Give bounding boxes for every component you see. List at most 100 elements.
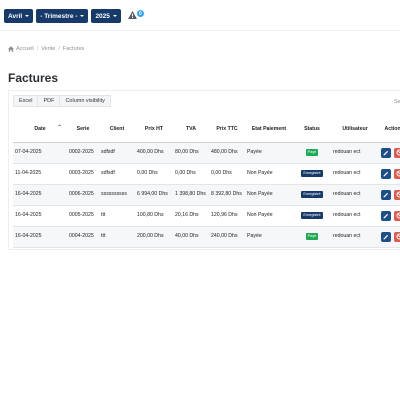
- cell-client: sdfsdf: [99, 163, 135, 185]
- cell-date: 16-04-2025: [13, 184, 67, 206]
- year-select-label: 2025: [95, 12, 110, 20]
- delete-icon: [395, 170, 400, 177]
- cell-actions: [379, 163, 400, 185]
- invoices-table: Date ⌃ Serie Client Prix HT TVA Prix TTC…: [13, 117, 400, 248]
- col-header-prix-ttc[interactable]: Prix TTC: [209, 117, 245, 143]
- status-badge: Enregistré: [301, 190, 323, 199]
- delete-button[interactable]: [394, 147, 400, 158]
- pencil-icon: [383, 150, 389, 155]
- pencil-icon: [383, 192, 389, 197]
- pencil-icon: [383, 213, 389, 218]
- cell-prix-ttc: 240,00 Dhs: [209, 226, 245, 248]
- export-buttons: Excel PDF Column visibility: [13, 95, 111, 107]
- cell-date: 16-04-2025: [13, 226, 67, 248]
- edit-button[interactable]: [381, 168, 391, 179]
- table-header-row: Date ⌃ Serie Client Prix HT TVA Prix TTC…: [13, 117, 400, 143]
- cell-serie: 0004-2025: [67, 226, 99, 248]
- col-header-tva[interactable]: TVA: [173, 117, 209, 143]
- cell-actions: [379, 184, 400, 206]
- cell-status: Enregistré: [293, 163, 331, 185]
- column-visibility-button[interactable]: Column visibility: [60, 95, 111, 107]
- sort-icon[interactable]: ⌃: [57, 125, 62, 133]
- cell-prix-ht: 400,00 Dhs: [135, 142, 173, 164]
- cell-prix-ttc: 480,00 Dhs: [209, 142, 245, 164]
- chevron-down-icon: [25, 15, 30, 17]
- cell-status: Enregistré: [293, 205, 331, 227]
- cell-status: Enregistré: [293, 184, 331, 206]
- col-header-date-label: Date: [34, 126, 46, 132]
- cell-etat-paiement: Non Payée: [245, 205, 293, 227]
- col-header-serie[interactable]: Serie: [67, 117, 99, 143]
- delete-icon: [395, 149, 400, 156]
- invoices-card: Excel PDF Column visibility Se Date ⌃ Se…: [8, 90, 400, 250]
- delete-button[interactable]: [394, 189, 400, 200]
- breadcrumb-current: Factures: [62, 46, 85, 52]
- cell-serie: 0002-2025: [67, 142, 99, 164]
- cell-etat-paiement: Non Payée: [245, 184, 293, 206]
- cell-prix-ttc: 0,00 Dhs: [209, 163, 245, 185]
- cell-tva: 40,00 Dhs: [173, 226, 209, 248]
- col-header-client[interactable]: Client: [99, 117, 135, 143]
- quarter-select[interactable]: - Trimestre -: [36, 9, 89, 23]
- cell-actions: [379, 205, 400, 227]
- pencil-icon: [383, 171, 389, 176]
- pdf-button[interactable]: PDF: [38, 95, 61, 107]
- quarter-select-label: - Trimestre -: [40, 12, 78, 20]
- cell-serie: 0003-2025: [67, 163, 99, 185]
- cell-date: 07-04-2025: [13, 142, 67, 164]
- edit-button[interactable]: [381, 210, 391, 221]
- cell-etat-paiement: Payée: [245, 142, 293, 164]
- table-row: 16-04-2025 0006-2025 ssssssssss 6 994,00…: [13, 184, 400, 206]
- cell-tva: 0,00 Dhs: [173, 163, 209, 185]
- col-header-etat-paiement[interactable]: Etat Paiement: [245, 117, 293, 143]
- month-select-label: Avril: [8, 12, 23, 20]
- month-select[interactable]: Avril: [4, 9, 34, 23]
- cell-tva: 20,16 Dhs: [173, 205, 209, 227]
- col-header-date[interactable]: Date ⌃: [13, 117, 67, 143]
- warning-icon: [127, 11, 137, 19]
- chevron-down-icon: [80, 15, 85, 17]
- cell-utilisateur: redouan ect: [331, 163, 379, 185]
- edit-button[interactable]: [381, 231, 391, 242]
- breadcrumb-separator: /: [58, 46, 60, 52]
- status-badge: Payé: [305, 148, 319, 157]
- cell-date: 16-04-2025: [13, 205, 67, 227]
- cell-client: sdfsdf: [99, 142, 135, 164]
- edit-button[interactable]: [381, 147, 391, 158]
- delete-button[interactable]: [394, 231, 400, 242]
- cell-client: ssssssssss: [99, 184, 135, 206]
- delete-icon: [395, 191, 400, 198]
- cell-etat-paiement: Payée: [245, 226, 293, 248]
- excel-button[interactable]: Excel: [13, 95, 39, 107]
- alerts-button[interactable]: 0: [127, 9, 144, 23]
- edit-button[interactable]: [381, 189, 391, 200]
- cell-prix-ttc: 8 392,80 Dhs: [209, 184, 245, 206]
- page-title: Factures: [8, 71, 59, 85]
- cell-tva: 1 398,80 Dhs: [173, 184, 209, 206]
- breadcrumb-separator: /: [36, 46, 39, 52]
- search-label: Se: [394, 99, 400, 105]
- cell-actions: [379, 142, 400, 164]
- cell-prix-ht: 100,80 Dhs: [135, 205, 173, 227]
- invoices-table-wrapper: Date ⌃ Serie Client Prix HT TVA Prix TTC…: [13, 117, 400, 248]
- delete-button[interactable]: [394, 168, 400, 179]
- col-header-utilisateur[interactable]: Utilisateur: [331, 117, 379, 143]
- status-badge: Enregistré: [301, 169, 323, 178]
- cell-serie: 0005-2025: [67, 205, 99, 227]
- col-header-actions: Actions: [379, 117, 400, 143]
- col-header-status[interactable]: Status: [293, 117, 331, 143]
- cell-utilisateur: redouan ect: [331, 226, 379, 248]
- cell-tva: 80,00 Dhs: [173, 142, 209, 164]
- cell-serie: 0006-2025: [67, 184, 99, 206]
- cell-date: 11-04-2025: [13, 163, 67, 185]
- cell-prix-ht: 200,00 Dhs: [135, 226, 173, 248]
- delete-button[interactable]: [394, 210, 400, 221]
- year-select[interactable]: 2025: [91, 9, 121, 23]
- status-badge: Enregistré: [301, 211, 323, 220]
- breadcrumb-section[interactable]: Vente: [41, 46, 55, 52]
- cell-client: ttt: [99, 205, 135, 227]
- breadcrumb-home[interactable]: Accueil: [16, 46, 34, 52]
- table-row: 07-04-2025 0002-2025 sdfsdf 400,00 Dhs 8…: [13, 142, 400, 164]
- filter-bar: Avril - Trimestre - 2025 0: [4, 9, 144, 23]
- col-header-prix-ht[interactable]: Prix HT: [135, 117, 173, 143]
